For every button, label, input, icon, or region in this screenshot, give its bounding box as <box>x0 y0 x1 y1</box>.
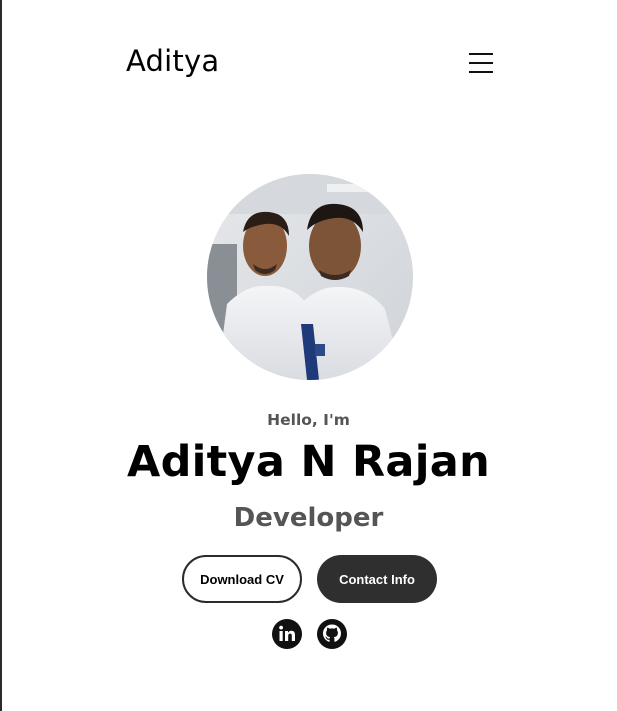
hamburger-menu-icon[interactable] <box>469 52 494 73</box>
profile-photo <box>207 174 413 380</box>
profile-role: Developer <box>233 503 384 533</box>
menu-line <box>469 71 493 73</box>
menu-line <box>469 53 493 55</box>
contact-info-button[interactable]: Contact Info <box>317 555 437 603</box>
profile-name: Aditya N Rajan <box>126 437 491 487</box>
download-cv-button[interactable]: Download CV <box>182 555 302 603</box>
github-icon[interactable] <box>316 618 348 650</box>
linkedin-icon[interactable] <box>271 618 303 650</box>
site-logo[interactable]: Aditya <box>126 44 219 78</box>
greeting-text: Hello, I'm <box>267 411 350 429</box>
window-left-border <box>0 0 2 711</box>
menu-line <box>469 62 493 64</box>
